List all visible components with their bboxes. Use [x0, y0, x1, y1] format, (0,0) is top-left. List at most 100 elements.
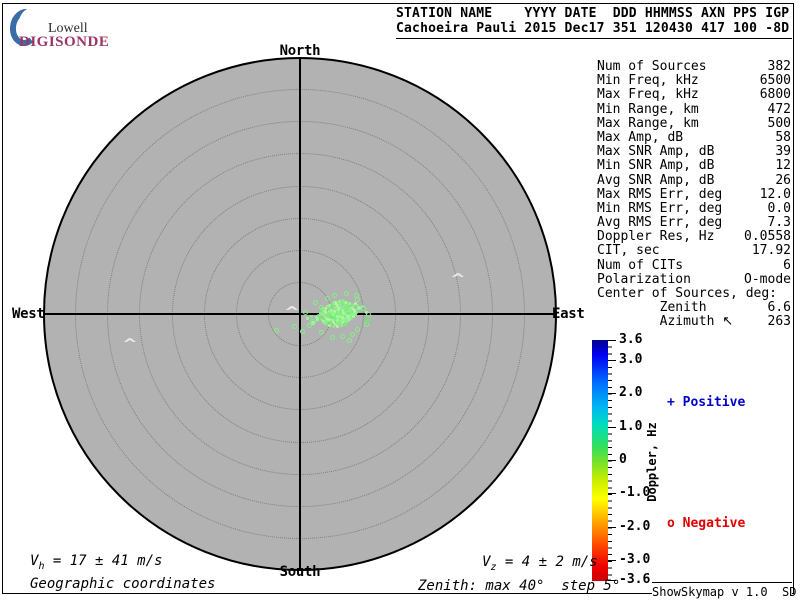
stat-label: Min SNR Amp, dB	[597, 158, 715, 174]
stat-row: Max RMS Err, deg 12.0	[597, 186, 791, 202]
stat-label: Doppler Res, Hz	[597, 229, 715, 245]
station-header-columns: STATION NAME YYYY DATE DDD HHMMSS AXN PP…	[396, 6, 790, 21]
vertical-velocity-readout: Vz = 4 ± 2 m/s	[482, 554, 598, 573]
source-ring	[292, 324, 297, 329]
source-ring	[325, 296, 330, 301]
stat-label: Min RMS Err, deg	[597, 200, 723, 216]
stat-value: 263	[767, 314, 791, 330]
stat-label: Avg RMS Err, deg	[597, 215, 723, 231]
source-plus-marker: +	[364, 313, 372, 327]
label-south: South	[279, 564, 321, 580]
stat-row: Max Amp, dB 58	[597, 129, 791, 145]
colorbar-tick	[608, 560, 616, 561]
colorbar-tick	[608, 360, 616, 361]
stat-value: 472	[767, 101, 791, 117]
source-ring	[344, 291, 349, 296]
stat-row: Doppler Res, Hz 0.0558	[597, 230, 791, 244]
stat-label: Zenith	[597, 300, 707, 316]
skymap-horizontal-axis	[43, 313, 557, 315]
zenith-range-note: Zenith: max 40° step 5°	[418, 578, 621, 594]
label-north: North	[279, 43, 321, 59]
stat-value: 12	[775, 158, 791, 174]
stat-value: 26	[775, 172, 791, 188]
showskymap-window: Lowell DIGISONDE STATION NAME YYYY DATE …	[0, 0, 800, 600]
stat-value: 6	[783, 257, 791, 273]
source-ring	[300, 329, 305, 334]
chevron-marker: ^	[285, 305, 299, 320]
stat-row: Min Freq, kHz 6500	[597, 73, 791, 89]
stat-row: Min RMS Err, deg 0.0	[597, 200, 791, 216]
horizontal-velocity-readout: Vh = 17 ± 41 m/s	[30, 553, 163, 572]
colorbar-tick-label: -2.0	[619, 518, 651, 534]
colorbar-tick	[608, 526, 616, 528]
stat-value: 382	[767, 59, 791, 74]
source-dot	[309, 314, 313, 318]
stat-value: 6.6	[767, 300, 791, 316]
colorbar-tick	[608, 340, 616, 341]
software-version: ShowSkymap v 1.0 SD v 5.1	[652, 582, 797, 600]
colorbar-tick	[608, 426, 616, 428]
source-dot	[338, 311, 342, 315]
stat-label: Avg SNR Amp, dB	[597, 172, 715, 188]
stat-label: Max Freq, kHz	[597, 87, 699, 103]
stat-label: Max Range, km	[597, 115, 699, 131]
stat-row: Zenith 6.6	[597, 300, 791, 316]
source-ring	[355, 327, 360, 332]
stat-value: 500	[767, 115, 791, 131]
chevron-marker: ^	[123, 337, 137, 352]
stat-label: Min Range, km	[597, 101, 699, 117]
stat-row: Num of CITs 6	[597, 257, 791, 273]
label-east: East	[552, 306, 585, 322]
source-ring	[355, 297, 360, 302]
stat-value: 12.0	[759, 186, 791, 202]
measurement-stats-panel: Num of Sources 382 Min Freq, kHz 6500 Max Fr…	[597, 59, 791, 330]
stat-row: Center of Sources, deg:	[597, 286, 791, 301]
label-west: West	[12, 306, 45, 322]
source-ring	[340, 299, 345, 304]
stat-value: 7.3	[767, 215, 791, 231]
chevron-marker: ^	[451, 272, 465, 287]
source-ring	[319, 305, 324, 310]
source-ring	[350, 332, 355, 337]
stat-value: 58	[775, 129, 791, 145]
stat-row: Max Range, km 500	[597, 115, 791, 131]
source-dot	[327, 323, 331, 327]
stat-label: Polarization	[597, 271, 691, 287]
source-ring	[330, 335, 335, 340]
source-dot	[353, 312, 357, 316]
source-ring	[332, 293, 337, 298]
stat-value: 39	[775, 144, 791, 160]
coordinates-mode-label: Geographic coordinates	[30, 576, 216, 592]
colorbar-axis-label: Doppler, Hz	[645, 422, 659, 502]
source-dot	[305, 316, 309, 320]
stat-label: Num of Sources	[597, 59, 707, 74]
source-dot	[340, 315, 344, 319]
stat-label: Center of Sources, deg:	[597, 286, 778, 301]
source-dot	[336, 307, 340, 311]
stat-row: Min SNR Amp, dB 12	[597, 159, 791, 173]
source-ring	[303, 310, 308, 315]
colorbar-tick	[608, 460, 616, 461]
stat-value: O-mode	[744, 271, 791, 287]
stat-row: Polarization O-mode	[597, 271, 791, 287]
colorbar-tick-label: 3.0	[619, 352, 643, 367]
doppler-colorbar	[592, 340, 608, 581]
stat-row: CIT, sec 17.92	[597, 244, 791, 258]
stat-value: 6500	[759, 73, 791, 89]
lowell-digisonde-logo: Lowell DIGISONDE	[7, 7, 140, 50]
stat-label: Max Amp, dB	[597, 129, 684, 145]
source-ring	[313, 300, 318, 305]
stat-row: Num of Sources 382	[597, 59, 791, 74]
source-dot	[344, 306, 348, 310]
stat-value: 0.0558	[744, 229, 791, 245]
colorbar-tick-label: -3.6	[619, 572, 651, 587]
legend-negative: o Negative	[667, 516, 746, 531]
stat-label: Num of CITs	[597, 257, 684, 273]
source-dot	[331, 324, 335, 328]
source-dot	[329, 308, 333, 312]
stat-value: 17.92	[751, 243, 791, 259]
stat-row: Avg RMS Err, deg 7.3	[597, 215, 791, 231]
stat-label: Min Freq, kHz	[597, 73, 699, 89]
colorbar-tick-label: 1.0	[619, 418, 643, 434]
colorbar-tick	[608, 493, 616, 495]
